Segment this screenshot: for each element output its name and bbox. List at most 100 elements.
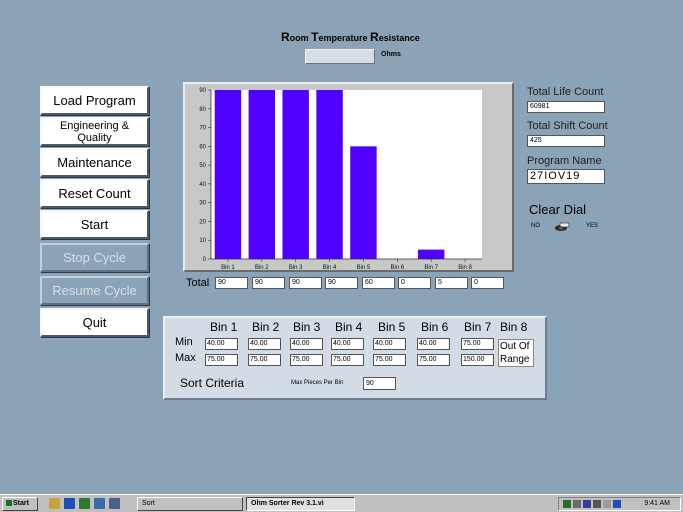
y-tick-label-20: 20 [199, 219, 206, 225]
total-bin-5: 60 [362, 277, 395, 289]
quit-button[interactable]: Quit [40, 308, 149, 337]
stop-cycle-button[interactable]: Stop Cycle [40, 243, 149, 272]
clear-dial-toggle[interactable] [553, 219, 571, 233]
load-program-button[interactable]: Load Program [40, 86, 149, 115]
total-bin-3: 90 [289, 277, 322, 289]
browser-icon[interactable] [64, 498, 75, 509]
bar-7 [417, 249, 445, 259]
clear-dial-label: Clear Dial [529, 202, 587, 217]
min-bin-3[interactable]: 40.00 [290, 338, 323, 350]
resume-cycle-button[interactable]: Resume Cycle [40, 276, 149, 305]
bin-header-5: Bin 5 [378, 320, 406, 334]
bin-header-7: Bin 7 [464, 320, 492, 334]
toggle-switch-icon [555, 222, 570, 231]
taskbar-item-ohm-sorter[interactable]: Ohm Sorter Rev 3.1.vi [246, 497, 355, 511]
window-title: Room Temperature Resistance [281, 30, 420, 44]
y-tick-label-60: 60 [199, 144, 206, 150]
taskbar: Start Sort Ohm Sorter Rev 3.1.vi 9:41 AM [0, 494, 683, 512]
start-label: Start [13, 500, 29, 507]
shift-count-label: Total Shift Count [527, 120, 608, 132]
y-tick-label-10: 10 [199, 238, 206, 244]
y-tick-label-80: 80 [199, 107, 206, 113]
x-tick-label-3: Bin 3 [289, 265, 303, 270]
min-row-label: Min [175, 336, 193, 348]
engineering-quality-button[interactable]: Engineering & Quality [40, 117, 149, 146]
sort-criteria-label: Sort Criteria [180, 376, 245, 390]
total-bin-6: 0 [398, 277, 431, 289]
bin-header-3: Bin 3 [293, 320, 321, 334]
max-bin-7[interactable]: 150.00 [461, 354, 494, 366]
y-tick-label-40: 40 [199, 182, 206, 188]
x-tick-label-5: Bin 5 [357, 265, 371, 270]
clear-dial-no-label: NO [531, 223, 540, 229]
total-bin-1: 90 [215, 277, 248, 289]
clear-dial-yes-label: YES [586, 223, 599, 229]
lifetime-count-label: Total Life Count [527, 86, 604, 98]
tray-icon-1[interactable] [563, 500, 571, 508]
resistance-unit: Ohms [381, 51, 401, 58]
y-tick-label-0: 0 [203, 257, 207, 263]
start-button[interactable]: Start [40, 210, 149, 239]
min-bin-1[interactable]: 40.00 [205, 338, 238, 350]
min-bin-7[interactable]: 75.00 [461, 338, 494, 350]
min-bin-4[interactable]: 40.00 [331, 338, 364, 350]
bin-header-6: Bin 6 [421, 320, 449, 334]
start-menu-button[interactable]: Start [2, 497, 38, 511]
total-bin-7: 5 [435, 277, 468, 289]
x-tick-label-8: Bin 8 [458, 265, 472, 270]
bar-3 [282, 90, 309, 259]
min-bin-2[interactable]: 40.00 [248, 338, 281, 350]
tray-icon-5[interactable] [603, 500, 611, 508]
x-tick-label-7: Bin 7 [424, 265, 438, 270]
max-bin-2[interactable]: 75.00 [248, 354, 281, 366]
y-tick-label-50: 50 [199, 163, 206, 169]
max-pieces-label: Max Pieces Per Bin [291, 380, 344, 386]
y-tick-label-30: 30 [199, 201, 206, 207]
out-of-range-line-1: Out Of [500, 341, 530, 352]
bin-header-2: Bin 2 [252, 320, 280, 334]
program-name-label: Program Name [527, 155, 602, 167]
max-bin-6[interactable]: 75.00 [417, 354, 450, 366]
tray-icon-3[interactable] [583, 500, 591, 508]
y-tick-label-90: 90 [199, 88, 206, 94]
total-bin-4: 90 [325, 277, 358, 289]
shift-count-field: 425 [527, 135, 605, 147]
bin-header-1: Bin 1 [210, 320, 238, 334]
chart-svg: 0 10 20 30 40 50 60 70 80 90 Bin 1 Bin 2 Bin 3 Bin 4 B… [199, 88, 482, 270]
y-tick-label-70: 70 [199, 126, 206, 132]
resistance-field[interactable] [305, 49, 375, 64]
lifetime-count-field: 60981 [527, 101, 605, 113]
taskbar-clock: 9:41 AM [644, 500, 670, 507]
out-of-range-line-2: Range [500, 354, 530, 365]
max-bin-1[interactable]: 75.00 [205, 354, 238, 366]
max-bin-5[interactable]: 75.00 [373, 354, 406, 366]
max-pieces-field[interactable]: 90 [363, 377, 396, 390]
min-bin-5[interactable]: 40.00 [373, 338, 406, 350]
network-icon[interactable] [109, 498, 120, 509]
windows-logo-icon [6, 500, 12, 507]
x-tick-label-2: Bin 2 [255, 265, 269, 270]
min-bin-6[interactable]: 40.00 [417, 338, 450, 350]
max-row-label: Max [175, 352, 196, 364]
maintenance-button[interactable]: Maintenance [40, 148, 149, 177]
bin-header-8: Bin 8 [500, 320, 528, 334]
media-icon[interactable] [79, 498, 90, 509]
max-bin-3[interactable]: 75.00 [290, 354, 323, 366]
system-tray: 9:41 AM [558, 497, 681, 511]
bar-2 [248, 90, 276, 259]
reset-count-button[interactable]: Reset Count [40, 179, 149, 208]
program-name-field[interactable]: 27IOV19 [527, 169, 605, 184]
total-bin-2: 90 [252, 277, 285, 289]
bar-1 [214, 90, 242, 259]
bin-header-4: Bin 4 [335, 320, 363, 334]
tray-icon-2[interactable] [573, 500, 581, 508]
bin-count-chart: 0 10 20 30 40 50 60 70 80 90 Bin 1 Bin 2 Bin 3 Bin 4 B… [183, 82, 514, 272]
tray-icon-4[interactable] [593, 500, 601, 508]
desktop-icon[interactable] [49, 498, 60, 509]
tray-icon-6[interactable] [613, 500, 621, 508]
taskbar-item-sort[interactable]: Sort [137, 497, 243, 511]
out-of-range-box: Out Of Range [498, 339, 534, 367]
explorer-icon[interactable] [94, 498, 105, 509]
max-bin-4[interactable]: 75.00 [331, 354, 364, 366]
x-tick-label-1: Bin 1 [221, 265, 235, 270]
